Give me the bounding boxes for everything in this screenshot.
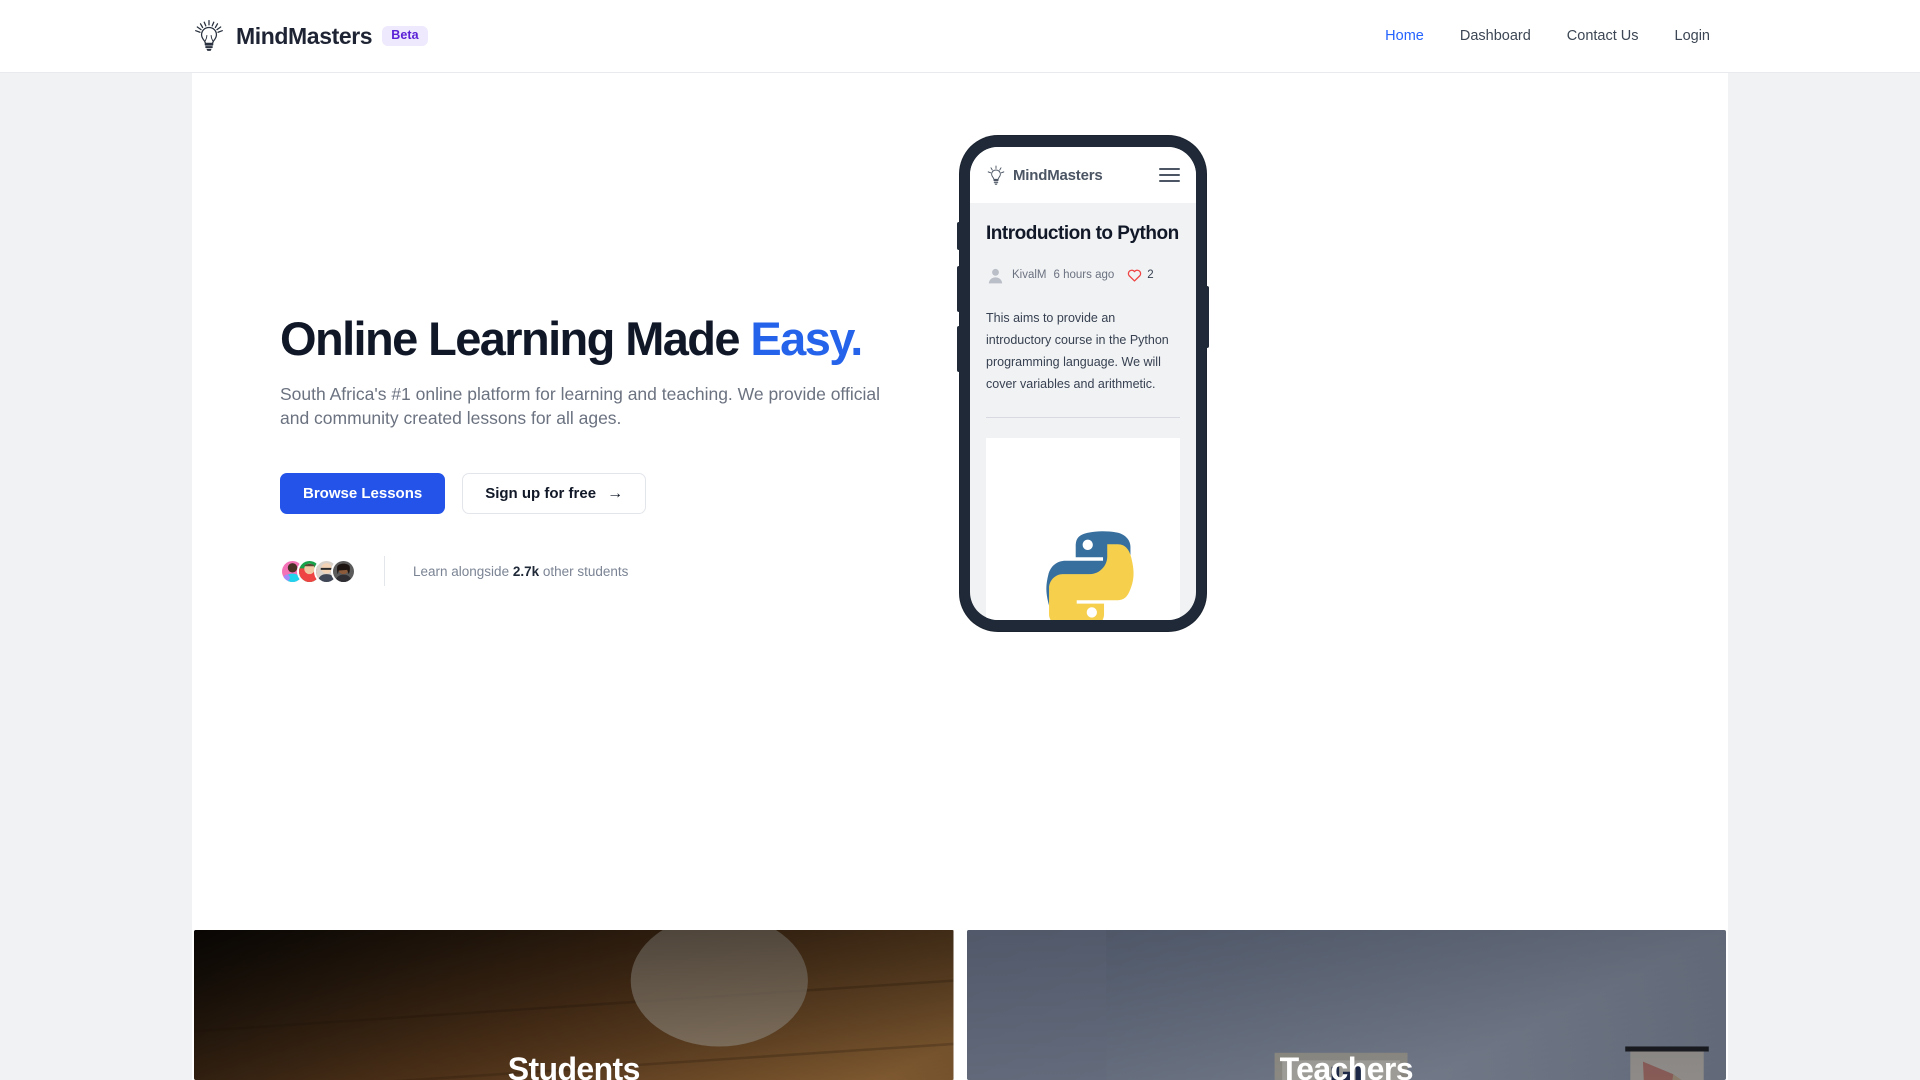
lesson-author: KivalM xyxy=(1012,269,1047,282)
hamburger-menu-icon[interactable] xyxy=(1159,168,1180,182)
category-card-students[interactable]: Students xyxy=(194,930,954,1080)
page-title: Online Learning Made Easy. xyxy=(280,312,1012,366)
category-card-teachers[interactable]: Teachers xyxy=(966,930,1726,1080)
lesson-timestamp: 6 hours ago xyxy=(1053,269,1115,282)
phone-lesson-card: Introduction to Python KivalM 6 hours ag… xyxy=(970,203,1196,620)
proof-count: 2.7k xyxy=(512,563,540,579)
phone-volume-down-button[interactable] xyxy=(957,326,961,372)
phone-brand[interactable]: MindMasters xyxy=(986,165,1103,185)
lesson-image xyxy=(986,437,1180,620)
lightbulb-icon xyxy=(987,165,1005,185)
proof-suffix: other students xyxy=(539,563,629,579)
lesson-meta: KivalM 6 hours ago 2 xyxy=(986,266,1180,285)
lesson-title: Introduction to Python xyxy=(986,223,1179,244)
phone-frame: MindMasters Introduction to Python Kival… xyxy=(957,136,1209,631)
hero-content: Online Learning Made Easy. South Africa'… xyxy=(192,73,1012,587)
user-avatar-icon xyxy=(988,268,1003,284)
hero-cta-group: Browse Lessons Sign up for free → xyxy=(280,473,1012,515)
hero-title-accent: Easy. xyxy=(750,312,863,365)
nav-link-contact-us[interactable]: Contact Us xyxy=(1549,22,1657,50)
category-cards: Students Teachers xyxy=(192,930,1728,1080)
brand[interactable]: MindMasters Beta xyxy=(192,19,428,53)
proof-prefix: Learn alongside xyxy=(413,563,513,579)
nav-link-login[interactable]: Login xyxy=(1657,22,1728,50)
hero-subtitle: South Africa's #1 online platform for le… xyxy=(280,383,880,429)
category-card-title: Teachers xyxy=(1279,1051,1414,1080)
phone-brand-name: MindMasters xyxy=(1013,166,1103,184)
heart-icon xyxy=(1128,269,1142,282)
phone-screen: MindMasters Introduction to Python Kival… xyxy=(970,147,1196,620)
lightbulb-icon xyxy=(195,19,223,51)
browse-lessons-button[interactable]: Browse Lessons xyxy=(280,473,446,515)
page-root: MindMasters Beta Home Dashboard Contact … xyxy=(0,0,1920,1080)
divider xyxy=(986,416,1180,418)
social-proof-text: Learn alongside 2.7k other students xyxy=(413,564,628,579)
divider xyxy=(384,556,385,587)
phone-power-button[interactable] xyxy=(1205,286,1209,348)
phone-silent-button[interactable] xyxy=(957,222,961,250)
lesson-description: This aims to provide an introductory cou… xyxy=(986,310,1169,391)
sign-up-button[interactable]: Sign up for free → xyxy=(462,473,647,515)
top-navbar: MindMasters Beta Home Dashboard Contact … xyxy=(0,0,1920,73)
avatar-group xyxy=(280,558,356,584)
phone-volume-up-button[interactable] xyxy=(957,266,961,312)
like-control[interactable]: 2 xyxy=(1127,268,1154,282)
nav-links: Home Dashboard Contact Us Login xyxy=(1367,22,1728,50)
beta-badge: Beta xyxy=(382,26,428,46)
python-logo xyxy=(1046,531,1134,620)
category-card-title: Students xyxy=(507,1051,641,1080)
avatar xyxy=(331,558,356,584)
phone-topbar: MindMasters xyxy=(970,147,1196,203)
brand-name: MindMasters xyxy=(236,22,373,49)
hero-section: Online Learning Made Easy. South Africa'… xyxy=(192,73,1728,943)
nav-link-dashboard[interactable]: Dashboard xyxy=(1442,22,1549,50)
phone-mockup: MindMasters Introduction to Python Kival… xyxy=(957,136,1260,646)
sign-up-label: Sign up for free xyxy=(485,485,597,503)
like-count: 2 xyxy=(1147,269,1154,282)
social-proof: Learn alongside 2.7k other students xyxy=(280,556,1012,587)
arrow-right-icon: → xyxy=(607,484,624,502)
hero-title-main: Online Learning Made xyxy=(280,312,751,365)
nav-link-home[interactable]: Home xyxy=(1367,22,1442,50)
